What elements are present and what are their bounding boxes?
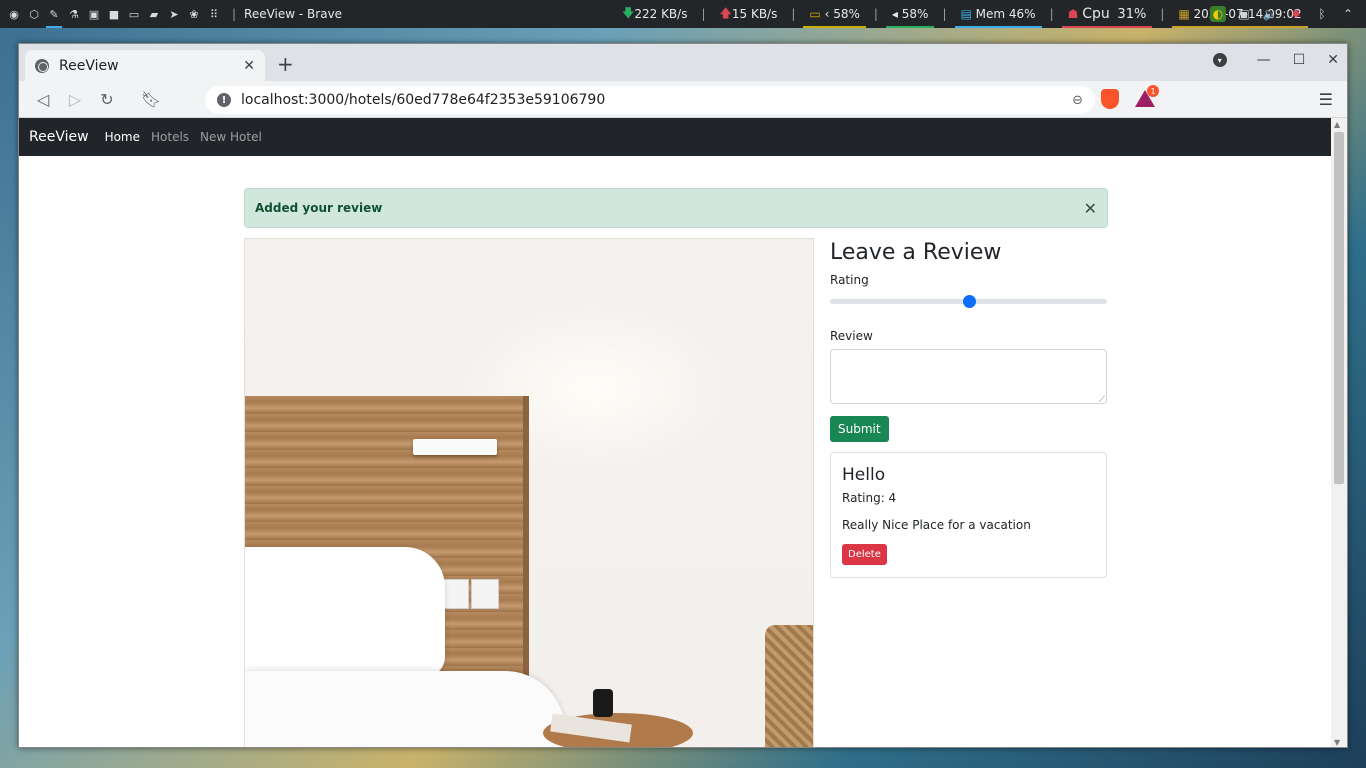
speaker-tray-icon[interactable]: 🔈 — [1262, 6, 1278, 22]
page-viewport: ReeView Home Hotels New Hotel Added your… — [19, 118, 1333, 747]
main-container: Added your review ✕ Leave a Review Ratin… — [244, 188, 1108, 747]
grid-icon[interactable]: ⠿ — [204, 0, 224, 28]
system-stats: 🡇 222 KB/s | 🡅 15 KB/s | ▭ ‹ 58% | ◂ 58%… — [616, 0, 1308, 28]
photo-tray-icon[interactable]: ▣ — [1236, 6, 1252, 22]
globe-icon — [35, 58, 49, 73]
alert-message: Added your review — [255, 201, 383, 215]
tab-reeview[interactable]: ReeView ✕ — [25, 50, 265, 81]
scroll-up-icon[interactable]: ▲ — [1334, 120, 1340, 129]
browser-window: ReeView ✕ + ▾ — ☐ ✕ ◁ ▷ ↻ 🔖︎ ! localhost… — [18, 43, 1348, 748]
rating-label: Rating — [830, 273, 869, 287]
telegram-icon[interactable]: ➤ — [164, 0, 184, 28]
bookmark-icon[interactable]: 🔖︎ — [135, 85, 167, 113]
scrollbar-thumb[interactable] — [1334, 132, 1344, 484]
volume-indicator[interactable]: ◂ 58% — [885, 0, 935, 28]
nav-link-new-hotel[interactable]: New Hotel — [200, 130, 262, 144]
url-text[interactable]: localhost:3000/hotels/60ed778e64f2353e59… — [241, 92, 1072, 108]
calendar-icon: ▦ — [1178, 7, 1190, 21]
submit-button[interactable]: Submit — [830, 416, 889, 442]
minimize-button[interactable]: — — [1257, 52, 1271, 68]
delete-review-button[interactable]: Delete — [842, 544, 887, 565]
tray-expand-icon[interactable]: ⌃ — [1340, 6, 1356, 22]
upload-arrow-icon: 🡅 — [719, 5, 732, 20]
back-button[interactable]: ◁ — [27, 85, 59, 113]
launcher-bar: ◉ ⬡ ✎ ⚗ ▣ ■ ▭ ▰ ➤ ❀ ⠿ — [0, 0, 224, 28]
cpu-icon: ☗ — [1067, 7, 1079, 21]
address-bar[interactable]: ! localhost:3000/hotels/60ed778e64f2353e… — [205, 86, 1095, 114]
folder-icon[interactable]: ▰ — [144, 0, 164, 28]
browser-menu-icon[interactable]: ☰ — [1319, 90, 1333, 109]
nav-link-hotels[interactable]: Hotels — [151, 130, 189, 144]
review-label: Review — [830, 329, 873, 343]
hotel-image — [244, 238, 814, 747]
image-icon[interactable]: ▣ — [84, 0, 104, 28]
review-rating: Rating: 4 — [842, 491, 897, 505]
paw-icon[interactable]: ❀ — [184, 0, 204, 28]
rating-slider-handle[interactable] — [962, 295, 976, 308]
bluetooth-icon[interactable]: ᛒ — [1314, 6, 1330, 22]
apps-icon[interactable]: ⬡ — [24, 0, 44, 28]
volume-icon: ◂ — [891, 7, 898, 21]
brush-icon[interactable]: ✎ — [44, 0, 64, 28]
active-window-title[interactable]: ReeView - Brave — [244, 7, 342, 21]
rewards-badge: 1 — [1147, 85, 1159, 97]
video-icon[interactable]: ■ — [104, 0, 124, 28]
review-textarea[interactable] — [830, 349, 1107, 405]
panel-separator: | — [232, 7, 237, 21]
close-tab-icon[interactable]: ✕ — [243, 58, 255, 74]
memory-indicator[interactable]: ▤ Mem 46% — [954, 0, 1042, 28]
site-info-icon[interactable]: ! — [217, 93, 231, 107]
window-controls: ▾ — ☐ ✕ — [1212, 52, 1339, 68]
navbar-brand[interactable]: ReeView — [29, 129, 89, 145]
flask-icon[interactable]: ⚗ — [64, 0, 84, 28]
alert-close-icon[interactable]: ✕ — [1084, 199, 1097, 218]
review-form-title: Leave a Review — [830, 240, 1002, 265]
download-speed: 🡇 222 KB/s — [616, 0, 693, 28]
scroll-down-icon[interactable]: ▼ — [1334, 738, 1340, 747]
system-panel: ◉ ⬡ ✎ ⚗ ▣ ■ ▭ ▰ ➤ ❀ ⠿ | ReeView - Brave … — [0, 0, 1366, 28]
system-tray: ◐ ▣ 🔈 ✹ ᛒ ⌃ — [1210, 0, 1356, 28]
tab-search-icon[interactable]: ▾ — [1212, 53, 1227, 67]
tab-title: ReeView — [59, 57, 119, 74]
memory-icon: ▤ — [960, 7, 972, 21]
battery-icon: ▭ — [809, 7, 821, 21]
forward-button[interactable]: ▷ — [59, 85, 91, 113]
review-title: Hello — [842, 465, 886, 485]
brave-shields-icon[interactable] — [1101, 89, 1119, 109]
nav-link-home[interactable]: Home — [105, 130, 140, 144]
site-navbar: ReeView Home Hotels New Hotel — [19, 118, 1333, 156]
new-tab-button[interactable]: + — [277, 54, 294, 74]
bug-tray-icon[interactable]: ✹ — [1288, 6, 1304, 22]
browser-toolbar: ◁ ▷ ↻ 🔖︎ ! localhost:3000/hotels/60ed778… — [19, 81, 1347, 118]
chevron-left-icon: ‹ — [824, 7, 830, 21]
review-column: Leave a Review Rating Review Submit Hell… — [830, 238, 1107, 578]
page-scrollbar[interactable]: ▲ ▼ — [1331, 118, 1347, 747]
success-alert: Added your review ✕ — [244, 188, 1108, 228]
avatar-tray-icon[interactable]: ◐ — [1210, 6, 1226, 22]
brave-icon[interactable]: ◉ — [4, 0, 24, 28]
review-body: Really Nice Place for a vacation — [842, 518, 1031, 532]
reload-button[interactable]: ↻ — [91, 85, 123, 113]
zoom-icon[interactable]: ⊖ — [1072, 93, 1083, 108]
tab-strip: ReeView ✕ + ▾ — ☐ ✕ — [19, 44, 1347, 81]
review-card: Hello Rating: 4 Really Nice Place for a … — [830, 452, 1107, 578]
upload-speed: 🡅 15 KB/s — [714, 0, 784, 28]
download-arrow-icon: 🡇 — [622, 5, 635, 20]
laptop-icon[interactable]: ▭ — [124, 0, 144, 28]
cpu-indicator[interactable]: ☗ Cpu 31% — [1061, 0, 1153, 28]
close-window-button[interactable]: ✕ — [1327, 52, 1339, 68]
maximize-button[interactable]: ☐ — [1293, 52, 1306, 68]
rating-slider[interactable] — [830, 291, 1107, 311]
battery-indicator[interactable]: ▭ ‹ 58% — [803, 0, 866, 28]
